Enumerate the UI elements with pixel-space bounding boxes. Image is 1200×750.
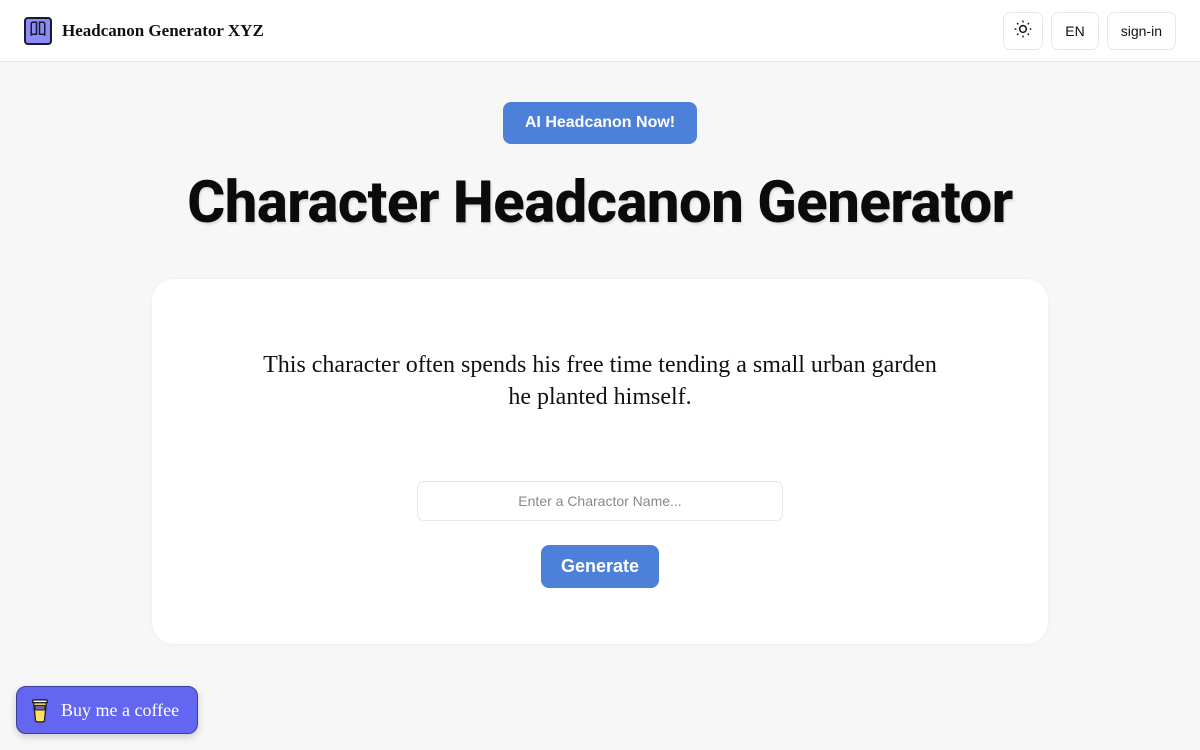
header-right: EN sign-in	[1003, 12, 1176, 50]
header-left: Headcanon Generator XYZ	[24, 17, 264, 45]
app-logo[interactable]	[24, 17, 52, 45]
generator-card: This character often spends his free tim…	[152, 279, 1048, 645]
buy-me-a-coffee-button[interactable]: Buy me a coffee	[16, 686, 198, 734]
theme-toggle-button[interactable]	[1003, 12, 1043, 50]
headcanon-output-text: This character often spends his free tim…	[260, 349, 940, 414]
main: AI Headcanon Now! Character Headcanon Ge…	[0, 62, 1200, 644]
book-icon	[29, 20, 47, 42]
signin-button[interactable]: sign-in	[1107, 12, 1176, 50]
generate-button[interactable]: Generate	[541, 545, 659, 588]
header: Headcanon Generator XYZ EN sign-in	[0, 0, 1200, 62]
app-title: Headcanon Generator XYZ	[62, 21, 264, 41]
coffee-label: Buy me a coffee	[61, 700, 179, 721]
sun-icon	[1013, 19, 1033, 42]
coffee-cup-icon	[29, 696, 51, 724]
page-title: Character Headcanon Generator	[187, 172, 1013, 235]
language-button[interactable]: EN	[1051, 12, 1098, 50]
ai-headcanon-cta-button[interactable]: AI Headcanon Now!	[503, 102, 697, 144]
character-name-input[interactable]	[417, 481, 783, 521]
